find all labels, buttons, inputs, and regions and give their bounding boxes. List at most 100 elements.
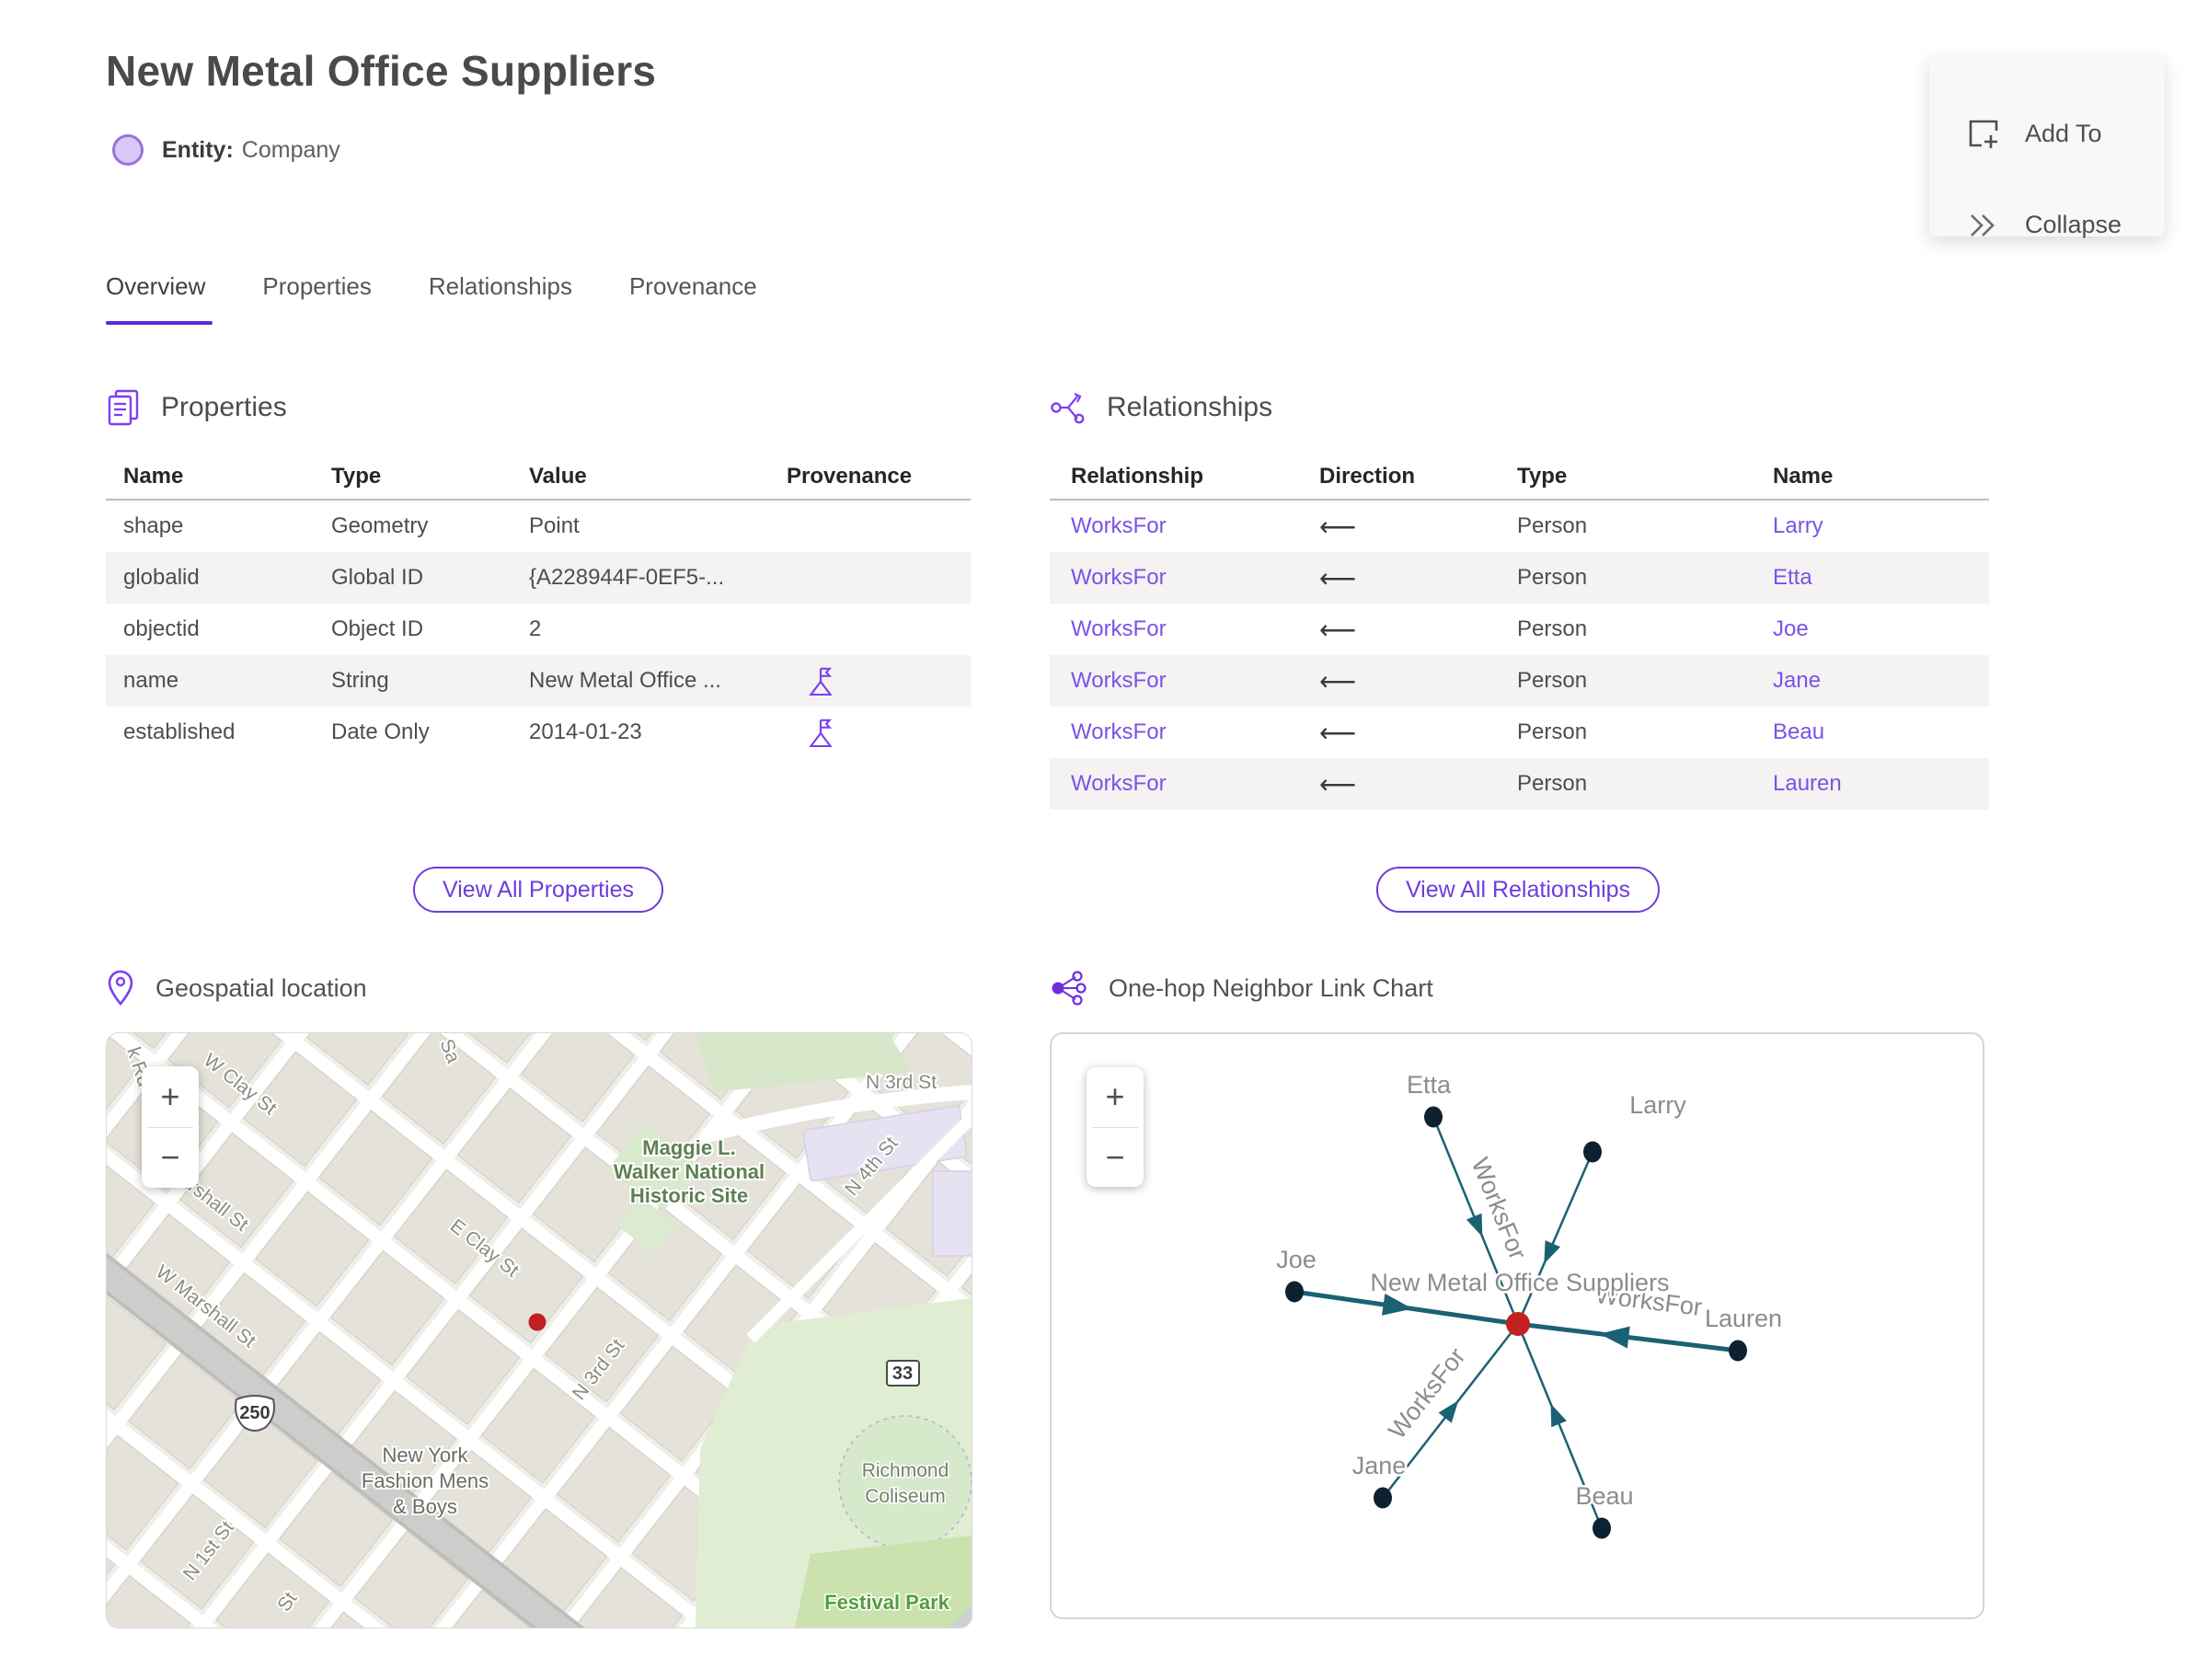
relationship-type-link[interactable]: WorksFor — [1050, 616, 1319, 642]
property-type: Date Only — [331, 719, 430, 744]
property-row: name String New Metal Office ... — [106, 655, 971, 707]
chart-node-beau[interactable] — [1593, 1517, 1611, 1539]
related-entity-link[interactable]: Etta — [1773, 565, 1989, 591]
geospatial-map[interactable]: k Rd W Clay St Sa arshall St W Marshall … — [106, 1032, 972, 1628]
properties-section: Properties Name Type Value Provenance sh… — [106, 386, 971, 758]
chart-node-jane[interactable] — [1374, 1487, 1392, 1509]
property-name: objectid — [123, 616, 200, 641]
chart-center-node[interactable] — [1506, 1312, 1530, 1336]
related-entity-link[interactable]: Larry — [1773, 513, 1989, 539]
relationship-row: WorksFor ⟵ Person Beau — [1050, 707, 1989, 758]
relationship-direction: ⟵ — [1319, 563, 1357, 593]
relationships-section: Relationships Relationship Direction Typ… — [1050, 386, 1989, 810]
tab-overview[interactable]: Overview — [106, 272, 213, 325]
chart-zoom-control: + − — [1087, 1067, 1144, 1187]
properties-rows: shape Geometry Point globalid Global ID {A228… — [106, 501, 971, 758]
properties-table-header: Name Type Value Provenance — [106, 455, 971, 501]
edge-label: WorksFor — [1466, 1154, 1532, 1263]
chart-zoom-out-button[interactable]: − — [1087, 1128, 1144, 1188]
relationships-table-header: Relationship Direction Type Name — [1050, 455, 1989, 501]
property-name: name — [123, 668, 179, 693]
map-marker[interactable] — [528, 1313, 546, 1331]
col-direction: Direction — [1319, 464, 1416, 489]
property-value: 2014-01-23 — [529, 719, 642, 744]
poi-label: Fashion Mens — [362, 1469, 489, 1492]
chevrons-right-icon — [1971, 213, 1995, 236]
route-shield-33: 33 — [886, 1360, 920, 1387]
entity-overview-page: New Metal Office Suppliers Entity: Compa… — [0, 0, 2208, 1680]
chart-node-lauren[interactable] — [1729, 1340, 1747, 1362]
tab-bar: Overview Properties Relationships Proven… — [106, 272, 757, 325]
edge-arrow-lauren — [1599, 1326, 1630, 1349]
edge-arrow-beau — [1550, 1403, 1567, 1428]
collapse-label: Collapse — [2025, 211, 2122, 238]
chart-node-label: Beau — [1575, 1482, 1633, 1510]
poi-label: Richmond — [862, 1460, 949, 1481]
col-provenance: Provenance — [787, 464, 913, 489]
chart-node-joe[interactable] — [1285, 1281, 1304, 1303]
relationships-section-title: Relationships — [1107, 392, 1273, 422]
relationship-type-link[interactable]: WorksFor — [1050, 668, 1319, 694]
property-row: shape Geometry Point — [106, 501, 971, 552]
provenance-flag-icon[interactable] — [807, 664, 834, 697]
chart-zoom-in-button[interactable]: + — [1087, 1067, 1144, 1127]
properties-section-header: Properties — [106, 386, 971, 429]
collapse-button[interactable]: Collapse — [1966, 211, 2122, 239]
link-chart[interactable]: WorksFor WorksFor WorksFor Etta Larry Joe Laur… — [1050, 1032, 1984, 1619]
chart-node-label: Etta — [1407, 1071, 1452, 1099]
poi-label: Festival Park — [824, 1591, 950, 1614]
route-shield-250: 250 — [235, 1395, 275, 1432]
relationship-direction: ⟵ — [1319, 769, 1357, 799]
related-entity-link[interactable]: Jane — [1773, 668, 1989, 694]
relationship-type-link[interactable]: WorksFor — [1050, 513, 1319, 539]
related-entity-type: Person — [1517, 513, 1588, 538]
relationship-type-link[interactable]: WorksFor — [1050, 565, 1319, 591]
related-entity-link[interactable]: Lauren — [1773, 771, 1989, 797]
link-chart-canvas: WorksForWorksForWorksForEttaLarryJoeLaur… — [1274, 1069, 1785, 1539]
map-zoom-out-button[interactable]: − — [142, 1128, 199, 1189]
tab-properties[interactable]: Properties — [262, 272, 372, 325]
chart-node-etta[interactable] — [1424, 1106, 1443, 1128]
view-all-relationships-button[interactable]: View All Relationships — [1375, 867, 1661, 913]
map-zoom-in-button[interactable]: + — [142, 1066, 199, 1127]
chart-node-label: Larry — [1629, 1091, 1686, 1119]
geospatial-header: Geospatial location — [106, 968, 367, 1008]
property-value: 2 — [529, 616, 542, 641]
col-value: Value — [529, 464, 587, 489]
relationship-type-link[interactable]: WorksFor — [1050, 771, 1319, 797]
property-type: Global ID — [331, 565, 424, 590]
related-entity-link[interactable]: Joe — [1773, 616, 1989, 642]
entity-color-dot — [112, 134, 144, 166]
related-entity-type: Person — [1517, 771, 1588, 796]
property-provenance — [787, 664, 971, 697]
poi-label: Coliseum — [865, 1486, 946, 1507]
provenance-flag-icon[interactable] — [807, 716, 834, 749]
properties-section-title: Properties — [161, 392, 287, 422]
add-to-button[interactable]: Add To — [1966, 117, 2102, 150]
related-entity-link[interactable]: Beau — [1773, 719, 1989, 745]
tab-relationships[interactable]: Relationships — [429, 272, 572, 325]
tab-provenance[interactable]: Provenance — [629, 272, 757, 325]
relationship-type-link[interactable]: WorksFor — [1050, 719, 1319, 745]
relationship-row: WorksFor ⟵ Person Larry — [1050, 501, 1989, 552]
add-to-label: Add To — [2025, 119, 2102, 147]
edge-arrow-larry — [1544, 1240, 1561, 1264]
hub-network-icon — [1052, 971, 1087, 1006]
col-type: Type — [1517, 464, 1568, 489]
view-all-properties-button[interactable]: View All Properties — [413, 867, 663, 913]
relationship-direction: ⟵ — [1319, 512, 1357, 541]
document-list-icon — [108, 389, 139, 426]
chart-node-larry[interactable] — [1583, 1141, 1602, 1163]
relationship-direction: ⟵ — [1319, 718, 1357, 747]
relationships-section-header: Relationships — [1050, 386, 1989, 429]
map-canvas: k Rd W Clay St Sa arshall St W Marshall … — [107, 1033, 972, 1628]
actions-card: Add To Collapse — [1929, 56, 2165, 239]
entity-type: Company — [241, 136, 340, 163]
property-row: globalid Global ID {A228944F-0EF5-... — [106, 552, 971, 604]
svg-text:250: 250 — [239, 1403, 270, 1423]
property-row: established Date Only 2014-01-23 — [106, 707, 971, 758]
property-row: objectid Object ID 2 — [106, 604, 971, 655]
property-provenance — [787, 716, 971, 749]
col-name: Name — [1773, 464, 1834, 489]
chart-center-label: New Metal Office Suppliers — [1370, 1269, 1669, 1296]
